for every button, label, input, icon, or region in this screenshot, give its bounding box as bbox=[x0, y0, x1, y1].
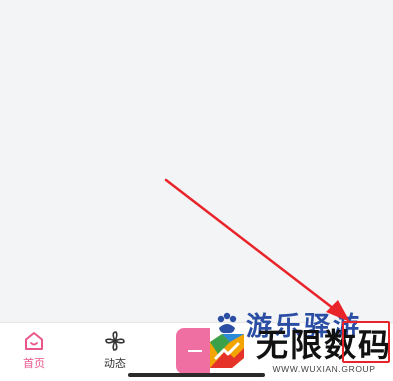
tab-dynamic[interactable]: 动态 bbox=[85, 329, 145, 375]
tab-home-label: 首页 bbox=[23, 358, 45, 370]
watermark-sub-text: WWW.WUXIAN.GROUP bbox=[272, 364, 376, 374]
annotation-highlight-box bbox=[342, 321, 390, 363]
plus-icon bbox=[188, 350, 202, 352]
pinwheel-icon bbox=[105, 331, 125, 351]
tab-home[interactable]: 首页 bbox=[4, 329, 64, 375]
home-icon bbox=[25, 332, 43, 350]
watermark-logo-icon bbox=[210, 334, 244, 368]
tab-dynamic-label: 动态 bbox=[104, 358, 126, 370]
main-content-area bbox=[0, 0, 393, 322]
